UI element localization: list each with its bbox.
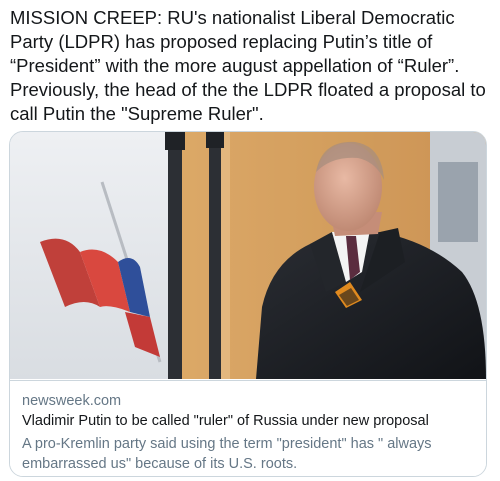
tweet-text: MISSION CREEP: RU's nationalist Liberal … — [10, 7, 486, 124]
article-photo — [10, 132, 486, 379]
card-domain: newsweek.com — [22, 393, 122, 409]
link-preview-card[interactable]: newsweek.com Vladimir Putin to be called… — [9, 131, 487, 477]
card-title[interactable]: Vladimir Putin to be called "ruler" of R… — [22, 413, 477, 429]
card-description: A pro-Kremlin party said using the term … — [22, 436, 432, 472]
article-image[interactable] — [10, 132, 486, 379]
card-meta[interactable]: newsweek.com Vladimir Putin to be called… — [10, 380, 486, 476]
